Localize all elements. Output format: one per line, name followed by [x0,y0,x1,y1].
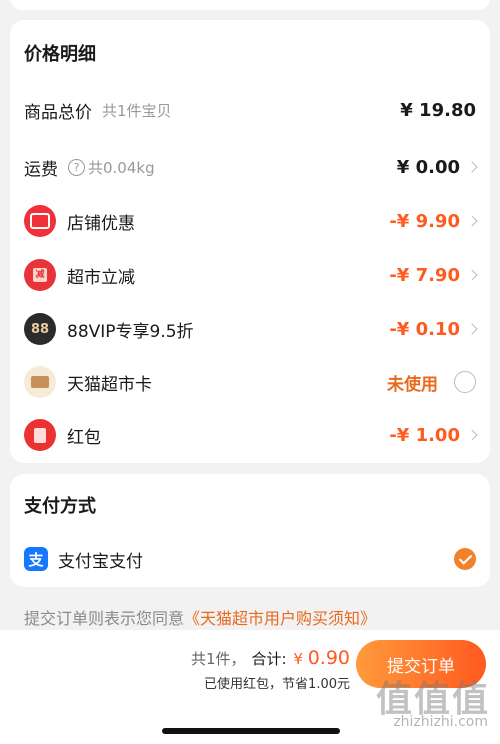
agreement-link[interactable]: 《天猫超市用户购买须知》 [184,609,376,628]
vip-discount-label: 88VIP专享9.5折 [67,321,194,342]
shipping-row[interactable]: 运费 ? 共0.04kg ¥ 0.00 [10,147,490,187]
chevron-right-icon [466,269,478,281]
tmall-card-row[interactable]: 天猫超市卡 未使用 [10,362,490,402]
payment-method-card: 支付方式 支 支付宝支付 [10,474,490,587]
tmall-card-status: 未使用 [387,374,438,395]
payment-method-title: 支付方式 [24,496,96,517]
chevron-right-icon [466,429,478,441]
question-icon[interactable]: ? [68,158,85,176]
reduce-icon: 减 [24,259,56,291]
vip-discount-row[interactable]: 88 88VIP专享9.5折 -¥ 0.10 [10,309,490,349]
goods-count: 共1件宝贝 [102,101,172,120]
tmall-card-label: 天猫超市卡 [67,374,152,395]
alipay-row[interactable]: 支 支付宝支付 [10,539,490,579]
order-summary: 共1件， 合计: ¥ 0.90 [191,647,350,669]
store-discount-label: 店铺优惠 [67,213,135,234]
shipping-label: 运费 [24,159,58,180]
alipay-icon: 支 [24,547,48,571]
watermark-url: zhizhizhi.com [393,714,488,730]
goods-total-label: 商品总价 [24,102,92,123]
shipping-weight-text: 共0.04kg [88,158,155,177]
ticket-icon [24,205,56,237]
store-discount-amount: -¥ 9.90 [389,210,460,232]
red-packet-label: 红包 [67,427,101,448]
tmall-card-radio[interactable] [454,371,476,393]
bottom-checkout-bar: 共1件， 合计: ¥ 0.90 已使用红包，节省1.00元 提交订单 值值值 zh… [0,630,500,744]
chevron-right-icon [466,161,478,173]
order-total: 0.90 [307,647,350,669]
item-count: 共1件， [190,650,246,668]
market-discount-label: 超市立减 [67,267,135,288]
store-discount-row[interactable]: 店铺优惠 -¥ 9.90 [10,201,490,241]
currency-symbol: ¥ [293,650,303,668]
price-details-card: 价格明细 商品总价 共1件宝贝 ¥ 19.80 运费 ? 共0.04kg ¥ 0… [10,20,490,463]
agreement-prefix: 提交订单则表示您同意 [24,609,185,628]
vip-discount-amount: -¥ 0.10 [389,318,460,340]
chevron-right-icon [466,215,478,227]
check-icon [458,550,472,565]
red-packet-amount: -¥ 1.00 [389,424,460,446]
alipay-selected-radio[interactable] [454,548,476,570]
red-packet-row[interactable]: 红包 -¥ 1.00 [10,415,490,455]
market-discount-row[interactable]: 减 超市立减 -¥ 7.90 [10,255,490,295]
shipping-weight: ? 共0.04kg [68,157,155,178]
alipay-label: 支付宝支付 [58,551,143,572]
goods-total-amount: ¥ 19.80 [400,99,476,121]
red-packet-icon [24,419,56,451]
market-discount-amount: -¥ 7.90 [389,264,460,286]
goods-total-row: 商品总价 共1件宝贝 ¥ 19.80 [10,90,490,130]
chevron-right-icon [466,323,478,335]
home-indicator[interactable] [162,728,340,734]
total-label: 合计: [251,650,287,668]
card-icon [24,366,56,398]
price-details-title: 价格明细 [24,44,96,65]
saving-note: 已使用红包，节省1.00元 [204,677,350,692]
agreement-text: 提交订单则表示您同意《天猫超市用户购买须知》 [24,605,376,629]
vip88-icon: 88 [24,313,56,345]
shipping-amount: ¥ 0.00 [396,156,460,178]
previous-section-card [10,0,490,10]
